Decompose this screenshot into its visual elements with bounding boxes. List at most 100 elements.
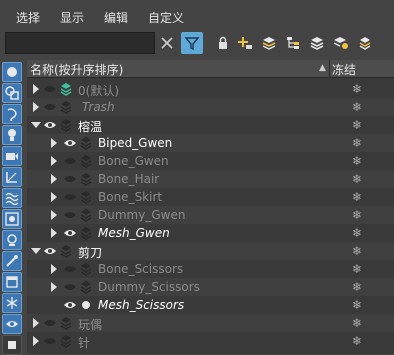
eye-icon[interactable] (63, 137, 77, 149)
freeze-toggle-icon[interactable]: ❄ (352, 334, 362, 348)
layer-row[interactable]: 针 ❄ (27, 332, 394, 350)
layer-icon[interactable] (60, 334, 72, 348)
eye-icon[interactable] (63, 173, 77, 185)
layer-row[interactable]: 玩偶 ❄ (27, 314, 394, 332)
freeze-toggle-icon[interactable]: ❄ (352, 100, 362, 114)
lock-icon[interactable] (214, 34, 232, 52)
close-icon[interactable] (158, 34, 176, 52)
freeze-toggle-icon[interactable]: ❄ (352, 226, 362, 240)
freeze-toggle-icon[interactable]: ❄ (352, 280, 362, 294)
expand-arrow-icon[interactable] (33, 336, 39, 346)
containers-icon[interactable] (2, 272, 22, 292)
expand-arrow-icon[interactable] (51, 156, 57, 166)
lights-icon[interactable] (2, 125, 22, 145)
freeze-toggle-icon[interactable]: ❄ (352, 172, 362, 186)
expand-arrow-icon[interactable] (51, 138, 57, 148)
layer-icon[interactable] (60, 100, 72, 114)
eye-icon[interactable] (43, 83, 57, 95)
layer-icon[interactable] (80, 262, 92, 276)
eye-icon[interactable] (63, 191, 77, 203)
display-all-icon[interactable] (2, 62, 22, 82)
collapse-arrow-icon[interactable] (31, 122, 41, 128)
layer-settings-icon[interactable] (332, 34, 350, 52)
freeze-toggle-icon[interactable]: ❄ (352, 136, 362, 150)
layer-icon[interactable] (80, 190, 92, 204)
cameras-icon[interactable] (2, 146, 22, 166)
layer-icon[interactable] (80, 208, 92, 222)
hidden-icon[interactable] (2, 314, 22, 334)
filter-icon[interactable] (181, 32, 203, 54)
freeze-icon[interactable] (356, 34, 374, 52)
search-input[interactable] (5, 32, 155, 54)
shapes-icon[interactable] (2, 104, 22, 124)
xrefs-icon[interactable] (2, 230, 22, 250)
expand-arrow-icon[interactable] (51, 264, 57, 274)
layer-icon[interactable] (80, 136, 92, 150)
frozen-icon[interactable] (2, 293, 22, 313)
layer-row[interactable]: Biped_Gwen ❄ (27, 134, 394, 152)
layer-row[interactable]: Bone_Hair ❄ (27, 170, 394, 188)
freeze-toggle-icon[interactable]: ❄ (352, 154, 362, 168)
expand-arrow-icon[interactable] (51, 174, 57, 184)
eye-icon[interactable] (63, 299, 77, 311)
eye-icon[interactable] (63, 281, 77, 293)
layer-icon[interactable] (80, 280, 92, 294)
menu-customize[interactable]: 自定义 (148, 9, 184, 26)
menu-edit[interactable]: 编辑 (104, 9, 128, 26)
menu-select[interactable]: 选择 (16, 9, 40, 26)
layer-row[interactable]: 0(默认) ❄ (27, 80, 394, 98)
active-layer-icon[interactable] (60, 82, 72, 96)
layer-row[interactable]: 剪刀 ❄ (27, 242, 394, 260)
expand-arrow-icon[interactable] (33, 84, 39, 94)
add-to-layer-icon[interactable] (236, 34, 254, 52)
expand-arrow-icon[interactable] (33, 102, 39, 112)
layers-icon[interactable] (260, 34, 278, 52)
expand-arrow-icon[interactable] (51, 228, 57, 238)
eye-icon[interactable] (43, 119, 57, 131)
freeze-toggle-icon[interactable]: ❄ (352, 316, 362, 330)
layer-icon[interactable] (80, 154, 92, 168)
collapse-arrow-icon[interactable] (31, 248, 41, 254)
layer-row[interactable]: Mesh_Scissors ❄ (27, 296, 394, 314)
freeze-toggle-icon[interactable]: ❄ (352, 298, 362, 312)
expand-arrow-icon[interactable] (51, 210, 57, 220)
layer-stack-icon[interactable] (308, 34, 326, 52)
layer-row[interactable]: Bone_Scissors ❄ (27, 260, 394, 278)
expand-arrow-icon[interactable] (51, 282, 57, 292)
eye-icon[interactable] (43, 317, 57, 329)
freeze-toggle-icon[interactable]: ❄ (352, 262, 362, 276)
layer-icon[interactable] (60, 244, 72, 258)
layer-row[interactable]: Dummy_Gwen ❄ (27, 206, 394, 224)
column-divider[interactable] (329, 60, 330, 77)
layer-row[interactable]: Dummy_Scissors ❄ (27, 278, 394, 296)
freeze-toggle-icon[interactable]: ❄ (352, 208, 362, 222)
expand-arrow-icon[interactable] (51, 192, 57, 202)
eye-icon[interactable] (63, 155, 77, 167)
eye-icon[interactable] (63, 227, 77, 239)
freeze-toggle-icon[interactable]: ❄ (352, 118, 362, 132)
layer-icon[interactable] (60, 316, 72, 330)
hierarchy-icon[interactable] (284, 34, 302, 52)
eye-icon[interactable] (43, 335, 57, 347)
layer-icon[interactable] (60, 118, 72, 132)
spacewarps-icon[interactable] (2, 188, 22, 208)
bones-icon[interactable] (2, 251, 22, 271)
menu-display[interactable]: 显示 (60, 9, 84, 26)
eye-icon[interactable] (63, 263, 77, 275)
layer-icon[interactable] (80, 172, 92, 186)
eye-icon[interactable] (43, 101, 57, 113)
layer-row[interactable]: 榕温 ❄ (27, 116, 394, 134)
name-column-header[interactable]: 名称(按升序排序) (30, 61, 123, 78)
layer-icon[interactable] (80, 226, 92, 240)
freeze-toggle-icon[interactable]: ❄ (352, 82, 362, 96)
groups-icon[interactable] (2, 209, 22, 229)
layer-row[interactable]: Bone_Gwen ❄ (27, 152, 394, 170)
extra-icon[interactable] (2, 335, 22, 355)
eye-icon[interactable] (63, 209, 77, 221)
freeze-toggle-icon[interactable]: ❄ (352, 190, 362, 204)
freeze-column-header[interactable]: 冻结 (332, 61, 356, 78)
expand-arrow-icon[interactable] (33, 318, 39, 328)
layer-row[interactable]: Bone_Skirt ❄ (27, 188, 394, 206)
helpers-icon[interactable] (2, 167, 22, 187)
eye-icon[interactable] (43, 245, 57, 257)
